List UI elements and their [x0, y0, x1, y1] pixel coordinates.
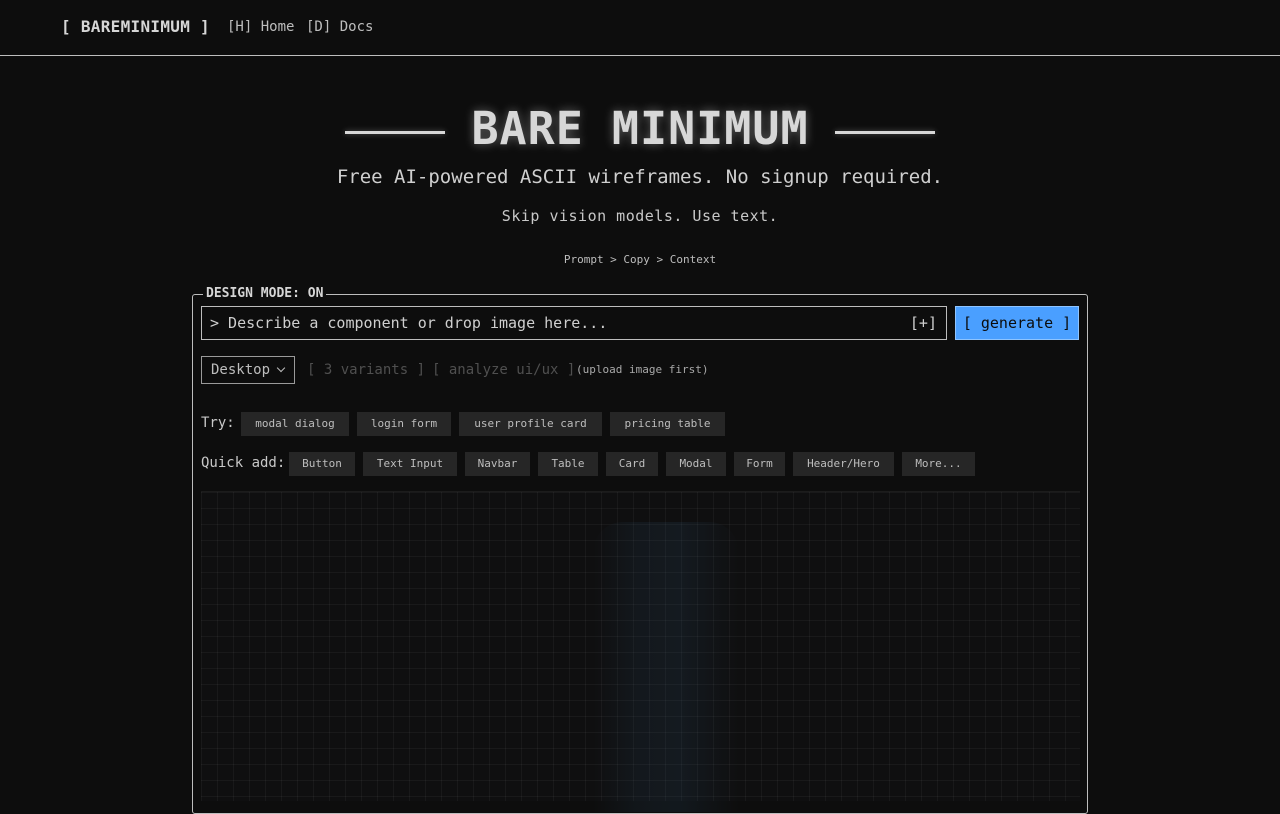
- quick-add-header-hero[interactable]: Header/Hero: [793, 452, 894, 476]
- attach-image-button[interactable]: [+]: [910, 314, 937, 332]
- quick-add-text-input[interactable]: Text Input: [363, 452, 457, 476]
- variants-button[interactable]: [ 3 variants ]: [307, 362, 425, 378]
- prompt-input[interactable]: [210, 307, 900, 339]
- hero-title-row: BARE MINIMUM: [0, 102, 1280, 155]
- subtagline: Skip vision models. Use text.: [501, 207, 779, 225]
- try-chip-pricing-table[interactable]: pricing table: [610, 412, 725, 436]
- try-chip-user-profile-card[interactable]: user profile card: [459, 412, 602, 436]
- title-rule-left: [345, 130, 446, 134]
- prompt-box: [+]: [201, 306, 947, 340]
- design-mode-legend: DESIGN MODE: ON: [203, 286, 327, 301]
- workflow-steps: Prompt > Copy > Context: [563, 253, 717, 266]
- analyze-hint: (upload image first): [576, 363, 709, 376]
- quick-add-button[interactable]: Button: [289, 452, 355, 476]
- device-select-value: Desktop: [211, 362, 271, 378]
- wireframe-canvas[interactable]: [201, 491, 1080, 812]
- quick-add-table[interactable]: Table: [538, 452, 598, 476]
- try-label: Try:: [201, 415, 235, 431]
- quick-add-modal[interactable]: Modal: [666, 452, 726, 476]
- quick-add-label: Quick add:: [201, 455, 286, 471]
- generate-button[interactable]: [ generate ]: [955, 306, 1079, 340]
- try-chip-login-form[interactable]: login form: [357, 412, 451, 436]
- try-chip-modal-dialog[interactable]: modal dialog: [241, 412, 349, 436]
- device-select[interactable]: Desktop: [201, 356, 295, 384]
- nav-link-home[interactable]: [H] Home: [227, 19, 294, 35]
- quick-add-more[interactable]: More...: [902, 452, 975, 476]
- quick-add-card[interactable]: Card: [606, 452, 658, 476]
- top-nav: [ BAREMINIMUM ] [H] Home [D] Docs: [0, 0, 1280, 56]
- brand-logo[interactable]: [ BAREMINIMUM ]: [61, 17, 210, 36]
- title-rule-right: [834, 130, 935, 134]
- analyze-ui-button[interactable]: [ analyze ui/ux ]: [432, 362, 575, 378]
- quick-add-form[interactable]: Form: [734, 452, 785, 476]
- chevron-down-icon: [276, 363, 286, 373]
- nav-link-docs[interactable]: [D] Docs: [306, 19, 373, 35]
- canvas-background-art: [593, 522, 739, 812]
- quick-add-navbar[interactable]: Navbar: [465, 452, 530, 476]
- tagline: Free AI-powered ASCII wireframes. No sig…: [336, 166, 944, 188]
- page-title: BARE MINIMUM: [471, 102, 809, 155]
